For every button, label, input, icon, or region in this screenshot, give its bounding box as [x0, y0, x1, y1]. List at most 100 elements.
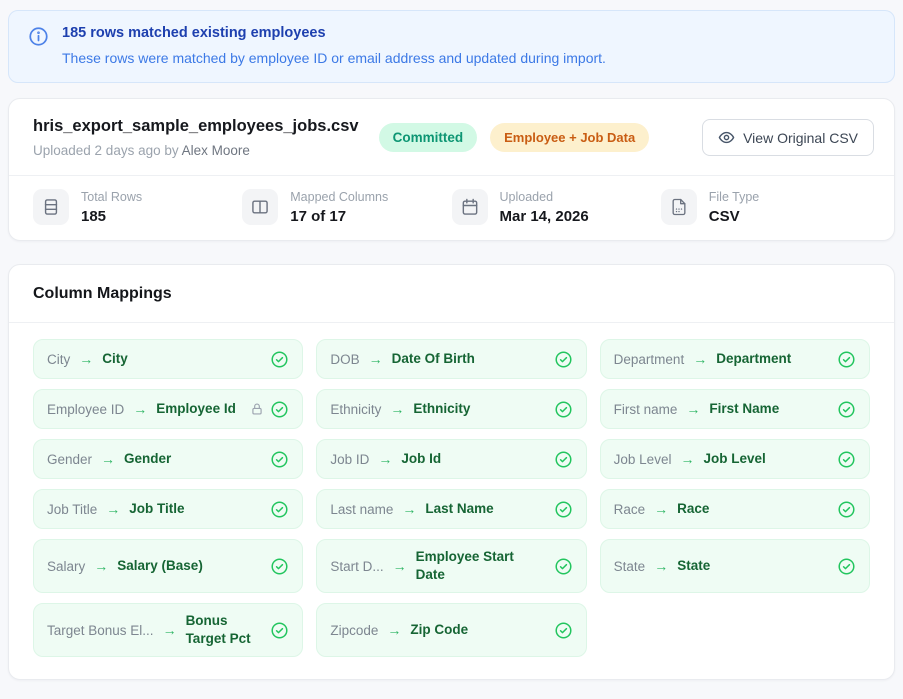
- mapping-source: Start D...: [330, 559, 383, 574]
- mapping-text: Job Title → Job Title: [47, 500, 185, 518]
- check-circle-icon: [270, 400, 289, 419]
- mapping-text: Gender → Gender: [47, 450, 171, 468]
- mapping-status: [837, 450, 856, 469]
- mapping-target: State: [677, 557, 710, 575]
- mapping-chip: State → State: [600, 539, 870, 593]
- stat-item: Total Rows 185: [33, 189, 242, 225]
- mappings-title: Column Mappings: [33, 285, 870, 303]
- info-icon: [28, 26, 49, 69]
- mapping-source: Target Bonus El...: [47, 623, 154, 638]
- mapping-target: Job Id: [401, 450, 441, 468]
- arrow-icon: →: [387, 622, 401, 638]
- mapping-source: Race: [614, 502, 646, 517]
- check-circle-icon: [554, 400, 573, 419]
- mapping-status: [554, 621, 573, 640]
- file-card: hris_export_sample_employees_jobs.csv Up…: [8, 98, 895, 241]
- mapping-source: Job Title: [47, 502, 97, 517]
- arrow-icon: →: [654, 558, 668, 574]
- mapping-status: [554, 450, 573, 469]
- mapping-text: Salary → Salary (Base): [47, 557, 203, 575]
- mapping-status: [270, 621, 289, 640]
- mapping-status: [270, 350, 289, 369]
- mapping-status: [270, 450, 289, 469]
- check-circle-icon: [270, 621, 289, 640]
- mapping-chip: Employee ID → Employee Id: [33, 389, 303, 429]
- mapping-chip: Ethnicity → Ethnicity: [316, 389, 586, 429]
- mapping-text: Last name → Last Name: [330, 500, 493, 518]
- check-circle-icon: [837, 450, 856, 469]
- arrow-icon: →: [393, 558, 407, 574]
- mapping-text: Zipcode → Zip Code: [330, 621, 468, 639]
- mapping-status: [250, 400, 289, 419]
- check-circle-icon: [837, 557, 856, 576]
- file-name: hris_export_sample_employees_jobs.csv: [33, 117, 359, 136]
- mapping-status: [554, 557, 573, 576]
- status-badge: Committed: [379, 123, 478, 152]
- mapping-source: Salary: [47, 559, 85, 574]
- stat-label: Total Rows: [81, 190, 142, 205]
- mapping-text: Employee ID → Employee Id: [47, 400, 236, 418]
- mapping-chip: Gender → Gender: [33, 439, 303, 479]
- arrow-icon: →: [94, 558, 108, 574]
- mapping-source: Department: [614, 352, 685, 367]
- stats-row: Total Rows 185 Mapped Columns 17 of 17 U…: [9, 176, 894, 240]
- mapping-source: Last name: [330, 502, 393, 517]
- stat-text: Mapped Columns 17 of 17: [290, 190, 388, 225]
- eye-icon: [718, 129, 735, 146]
- stat-value: CSV: [709, 208, 760, 225]
- check-circle-icon: [554, 621, 573, 640]
- mapping-target: Salary (Base): [117, 557, 203, 575]
- mapping-target: City: [102, 350, 128, 368]
- mapping-text: State → State: [614, 557, 711, 575]
- mapping-chip: Department → Department: [600, 339, 870, 379]
- stat-value: 17 of 17: [290, 208, 388, 225]
- mapping-status: [837, 350, 856, 369]
- arrow-icon: →: [79, 351, 93, 367]
- mapping-status: [837, 500, 856, 519]
- mapping-target: Gender: [124, 450, 171, 468]
- check-circle-icon: [270, 450, 289, 469]
- mapping-chip: City → City: [33, 339, 303, 379]
- mapping-target: Last Name: [425, 500, 493, 518]
- mapping-status: [554, 350, 573, 369]
- mapping-source: DOB: [330, 352, 359, 367]
- upload-time-text: Uploaded 2 days ago by: [33, 143, 179, 158]
- mapping-chip: Job Level → Job Level: [600, 439, 870, 479]
- mapping-target: Job Level: [703, 450, 765, 468]
- mapping-text: Race → Race: [614, 500, 710, 518]
- check-circle-icon: [837, 500, 856, 519]
- mapping-status: [554, 500, 573, 519]
- view-button-label: View Original CSV: [743, 130, 858, 146]
- stat-label: Mapped Columns: [290, 190, 388, 205]
- info-banner: 185 rows matched existing employees Thes…: [8, 10, 895, 83]
- arrow-icon: →: [654, 501, 668, 517]
- mapping-text: Department → Department: [614, 350, 792, 368]
- mapping-target: Race: [677, 500, 709, 518]
- mapping-status: [554, 400, 573, 419]
- check-circle-icon: [270, 500, 289, 519]
- uploader-name: Alex Moore: [182, 143, 250, 158]
- arrow-icon: →: [106, 501, 120, 517]
- banner-subtitle: These rows were matched by employee ID o…: [62, 48, 606, 69]
- mapping-target: Ethnicity: [413, 400, 470, 418]
- mapping-status: [270, 557, 289, 576]
- mapping-chip: Last name → Last Name: [316, 489, 586, 529]
- mapping-status: [270, 500, 289, 519]
- mapping-text: Ethnicity → Ethnicity: [330, 400, 470, 418]
- check-circle-icon: [554, 350, 573, 369]
- columns-icon: [242, 189, 278, 225]
- arrow-icon: →: [133, 401, 147, 417]
- stat-label: File Type: [709, 190, 760, 205]
- file-header: hris_export_sample_employees_jobs.csv Up…: [9, 99, 894, 175]
- mapping-source: Zipcode: [330, 623, 378, 638]
- banner-title: 185 rows matched existing employees: [62, 23, 606, 44]
- mapping-text: Job Level → Job Level: [614, 450, 766, 468]
- mapping-chip: Target Bonus El... → Bonus Target Pct: [33, 603, 303, 657]
- arrow-icon: →: [101, 451, 115, 467]
- arrow-icon: →: [680, 451, 694, 467]
- mapping-target: Bonus Target Pct: [186, 612, 263, 648]
- stat-text: Total Rows 185: [81, 190, 142, 225]
- banner-text: 185 rows matched existing employees Thes…: [62, 23, 606, 69]
- view-original-csv-button[interactable]: View Original CSV: [702, 119, 874, 156]
- arrow-icon: →: [378, 451, 392, 467]
